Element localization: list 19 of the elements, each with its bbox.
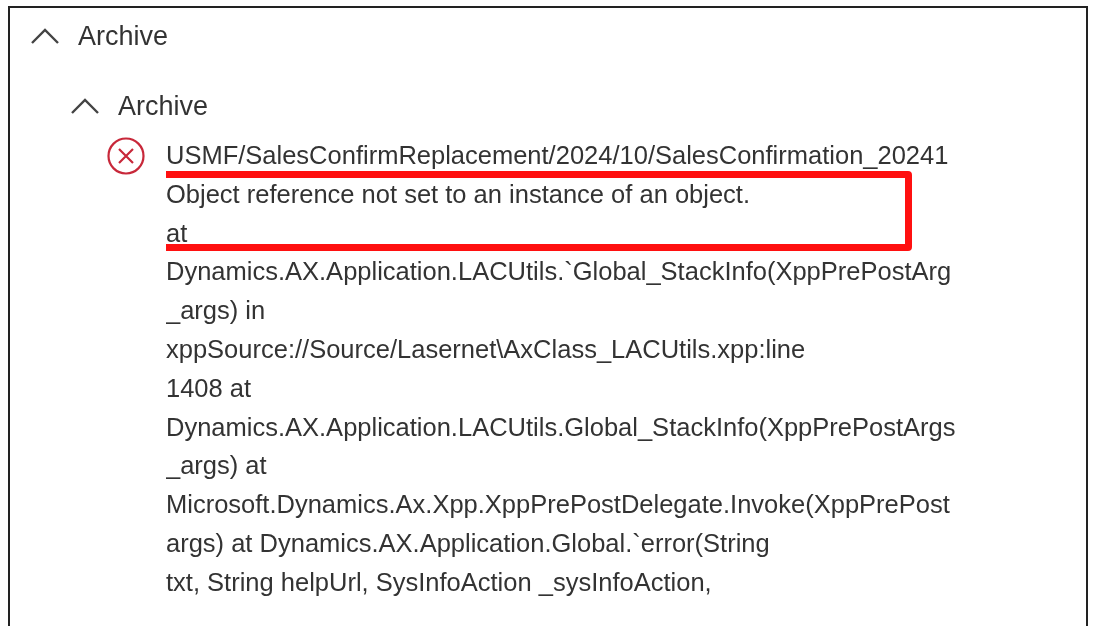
message-line: Object reference not set to an instance of an object.	[166, 174, 751, 214]
chevron-up-icon[interactable]	[70, 97, 100, 115]
error-icon	[106, 136, 146, 176]
message-line: at	[166, 217, 188, 249]
message-line: args) at Dynamics.AX.Application.Global.`error(String	[166, 527, 770, 559]
chevron-up-icon[interactable]	[30, 27, 60, 45]
message-line: _args) in	[166, 295, 266, 327]
tree-header[interactable]: Archive	[10, 18, 169, 54]
message-line: Dynamics.AX.Application.LACUtils.`Global_StackInfo(XppPrePostArg	[166, 256, 952, 288]
tree-header[interactable]: Archive	[10, 88, 209, 124]
message-line: USMF/SalesConfirmReplacement/2024/10/SalesConfirmation_20241	[166, 140, 949, 171]
message-line: xppSource://Source/Lasernet\AxClass_LACUtils.xpp:line	[166, 334, 806, 365]
group-title: Archive	[78, 20, 169, 52]
message-line: txt, String helpUrl, SysInfoAction _sysInfoAction,	[166, 566, 712, 598]
message-line: 1408 at	[166, 372, 252, 404]
group-title: Archive	[118, 90, 209, 122]
message-line: Microsoft.Dynamics.Ax.Xpp.XppPrePostDelegate.Invoke(XppPrePost	[166, 489, 950, 521]
message-line: Dynamics.AX.Application.LACUtils.Global_StackInfo(XppPrePostArgs	[166, 411, 956, 443]
message-line: _args) at	[166, 450, 267, 482]
